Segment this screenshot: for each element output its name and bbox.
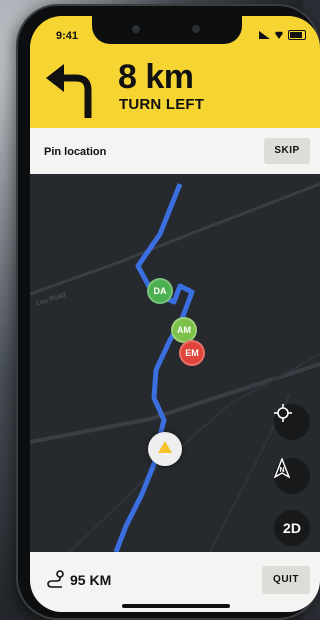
marker-initials: EM (185, 348, 199, 358)
battery-icon (288, 30, 306, 40)
map-canvas (30, 182, 320, 552)
route-icon (47, 570, 64, 588)
skip-button[interactable]: SKIP (264, 138, 310, 164)
trip-summary-bar: 95 KM QUIT (30, 552, 320, 612)
remaining-distance: 95 KM (70, 572, 112, 588)
status-time: 9:41 (56, 30, 79, 42)
map-view[interactable]: Leo Road DA AM EM N 2D (30, 174, 320, 552)
status-icons (259, 30, 306, 40)
svg-text:N: N (279, 467, 284, 474)
recenter-button[interactable] (274, 404, 310, 440)
turn-distance: 8 km (118, 58, 194, 96)
app-screen: 9:41 8 km TURN LEFT Pin location SKIP Le… (30, 16, 320, 612)
pin-location-bar: Pin location SKIP (30, 128, 320, 175)
home-indicator[interactable] (122, 604, 230, 608)
compass-button[interactable]: N (274, 458, 310, 494)
turn-instruction: TURN LEFT (119, 96, 205, 113)
user-marker-da[interactable]: DA (147, 278, 173, 304)
crosshair-icon (274, 404, 292, 422)
notch (92, 16, 242, 44)
current-location-puck (148, 432, 182, 466)
marker-initials: DA (153, 286, 167, 296)
view-mode-toggle[interactable]: 2D (274, 510, 310, 546)
compass-north-icon: N (274, 458, 290, 478)
pin-location-label: Pin location (44, 146, 107, 158)
sensor-icon (132, 25, 140, 33)
signal-icon (259, 31, 270, 39)
user-marker-em[interactable]: EM (179, 340, 205, 366)
turn-left-arrow-icon (46, 64, 92, 118)
camera-icon (192, 25, 200, 33)
navigation-header: 9:41 8 km TURN LEFT (30, 16, 320, 128)
phone-frame: 9:41 8 km TURN LEFT Pin location SKIP Le… (18, 6, 320, 618)
wifi-icon (274, 31, 284, 39)
quit-button[interactable]: QUIT (262, 566, 310, 594)
marker-initials: AM (177, 325, 191, 335)
